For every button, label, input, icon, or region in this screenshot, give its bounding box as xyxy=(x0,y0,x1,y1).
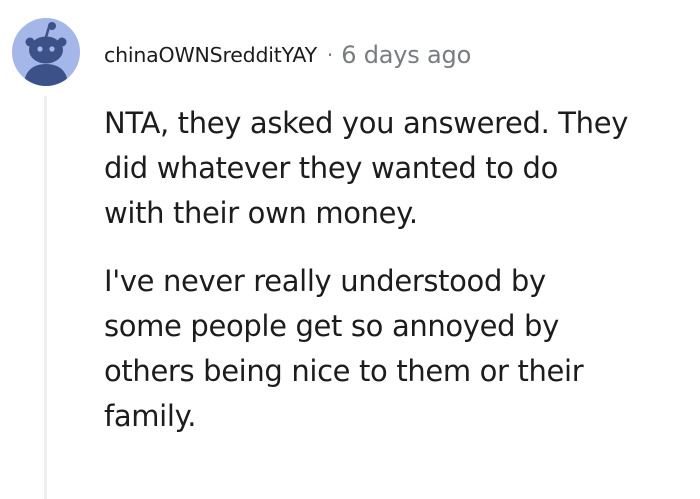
comment-text-line: some people get so annoyed by xyxy=(104,309,559,343)
comment-paragraph: NTA, they asked you answered. They did w… xyxy=(104,101,700,236)
comment-text-line: with their own money. xyxy=(104,196,418,230)
comment-text-line: I've never really understood by xyxy=(104,264,546,298)
comment-body: NTA, they asked you answered. They did w… xyxy=(104,101,700,439)
comment: chinaOWNSredditYAY · 6 days ago NTA, the… xyxy=(0,0,700,499)
thread-collapse-line[interactable] xyxy=(44,96,47,499)
meta-separator: · xyxy=(326,43,334,67)
comment-text-line: others being nice to them or their xyxy=(104,354,584,388)
user-avatar-icon[interactable] xyxy=(12,18,80,86)
comment-timestamp[interactable]: 6 days ago xyxy=(341,41,471,69)
comment-author-link[interactable]: chinaOWNSredditYAY xyxy=(104,43,317,67)
comment-text-line: did whatever they wanted to do xyxy=(104,151,558,185)
comment-paragraph: I've never really understood by some peo… xyxy=(104,259,700,439)
comment-text-line: family. xyxy=(104,399,197,433)
comment-meta: chinaOWNSredditYAY · 6 days ago xyxy=(104,35,471,75)
comment-text-line: NTA, they asked you answered. They xyxy=(104,106,629,140)
